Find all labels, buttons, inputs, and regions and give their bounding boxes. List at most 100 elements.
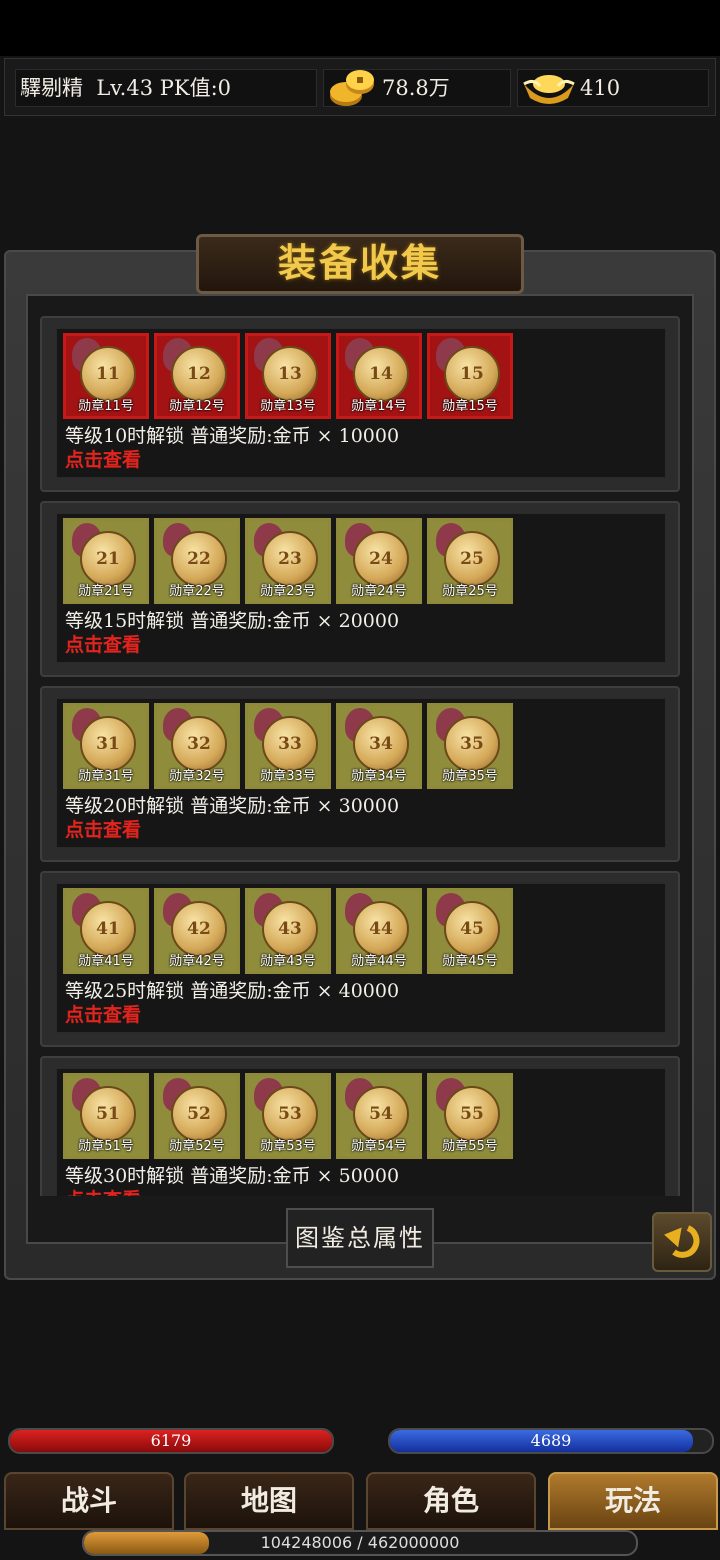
- medal-label: 勋章43号: [260, 954, 316, 969]
- mp-bar: 4689: [388, 1428, 714, 1454]
- medal-slot[interactable]: 35 勋章35号: [427, 703, 513, 789]
- medal-slot[interactable]: 43 勋章43号: [245, 888, 331, 974]
- medal-slot[interactable]: 33 勋章33号: [245, 703, 331, 789]
- medal-icon: 33: [262, 716, 318, 772]
- medal-label: 勋章24号: [351, 584, 407, 599]
- medal-label: 勋章51号: [78, 1139, 134, 1154]
- medal-icon: 44: [353, 901, 409, 957]
- medal-label: 勋章12号: [169, 399, 225, 414]
- top-black-strip: [0, 0, 720, 56]
- unlock-condition: 等级15时解锁 普通奖励:金币 × 20000: [65, 610, 400, 632]
- view-details-link[interactable]: 点击查看: [65, 445, 141, 472]
- view-details-link[interactable]: 点击查看: [65, 1185, 141, 1196]
- nav-map-button[interactable]: 地图: [184, 1472, 354, 1530]
- view-details-link[interactable]: 点击查看: [65, 815, 141, 842]
- unlock-condition: 等级10时解锁 普通奖励:金币 × 10000: [65, 425, 400, 447]
- collection-card: 51 勋章51号 52 勋章52号 53 勋章53号 54 勋章54号 55 勋章55号 …: [40, 1056, 680, 1196]
- medal-icon: 22: [171, 531, 227, 587]
- unlock-condition: 等级30时解锁 普通奖励:金币 × 50000: [65, 1165, 400, 1187]
- view-details-link[interactable]: 点击查看: [65, 1000, 141, 1027]
- medal-slot[interactable]: 14 勋章14号: [336, 333, 422, 419]
- medal-label: 勋章32号: [169, 769, 225, 784]
- medal-slot[interactable]: 53 勋章53号: [245, 1073, 331, 1159]
- medal-slot[interactable]: 12 勋章12号: [154, 333, 240, 419]
- medal-label: 勋章52号: [169, 1139, 225, 1154]
- back-button[interactable]: [652, 1212, 712, 1272]
- panel-title-plate: 装备收集: [196, 234, 524, 294]
- nav-character-button[interactable]: 角色: [366, 1472, 536, 1530]
- medal-label: 勋章21号: [78, 584, 134, 599]
- medal-slot[interactable]: 52 勋章52号: [154, 1073, 240, 1159]
- medal-slot[interactable]: 55 勋章55号: [427, 1073, 513, 1159]
- medal-label: 勋章53号: [260, 1139, 316, 1154]
- medal-label: 勋章33号: [260, 769, 316, 784]
- medal-icon: 32: [171, 716, 227, 772]
- medal-icon: 25: [444, 531, 500, 587]
- medal-icon: 24: [353, 531, 409, 587]
- medal-icon: 21: [80, 531, 136, 587]
- medal-slot[interactable]: 23 勋章23号: [245, 518, 331, 604]
- medal-slot[interactable]: 34 勋章34号: [336, 703, 422, 789]
- collection-card: 41 勋章41号 42 勋章42号 43 勋章43号 44 勋章44号 45 勋章45号 …: [40, 871, 680, 1047]
- hp-bar: 6179: [8, 1428, 334, 1454]
- medal-slot[interactable]: 13 勋章13号: [245, 333, 331, 419]
- collection-list[interactable]: 11 勋章11号 12 勋章12号 13 勋章13号 14 勋章14号 15 勋章15号 …: [40, 316, 680, 1196]
- unlock-condition: 等级25时解锁 普通奖励:金币 × 40000: [65, 980, 400, 1002]
- medal-slot[interactable]: 32 勋章32号: [154, 703, 240, 789]
- hp-value: 6179: [150, 1431, 192, 1450]
- medal-label: 勋章11号: [78, 399, 134, 414]
- unlock-condition: 等级20时解锁 普通奖励:金币 × 30000: [65, 795, 400, 817]
- medal-icon: 12: [171, 346, 227, 402]
- medal-icon: 55: [444, 1086, 500, 1142]
- medal-icon: 45: [444, 901, 500, 957]
- medal-slot[interactable]: 45 勋章45号: [427, 888, 513, 974]
- medal-label: 勋章35号: [442, 769, 498, 784]
- medal-slot[interactable]: 31 勋章31号: [63, 703, 149, 789]
- medal-label: 勋章13号: [260, 399, 316, 414]
- medal-slot[interactable]: 15 勋章15号: [427, 333, 513, 419]
- medal-label: 勋章45号: [442, 954, 498, 969]
- player-pk-value: PK值:0: [159, 76, 232, 100]
- mp-value: 4689: [530, 1431, 572, 1450]
- view-details-link[interactable]: 点击查看: [65, 630, 141, 657]
- medal-icon: 23: [262, 531, 318, 587]
- medal-icon: 51: [80, 1086, 136, 1142]
- gold-coin-icon: [330, 70, 374, 106]
- collection-card-inner: 41 勋章41号 42 勋章42号 43 勋章43号 44 勋章44号 45 勋章45号 …: [56, 883, 666, 1033]
- medal-label: 勋章25号: [442, 584, 498, 599]
- medal-label: 勋章42号: [169, 954, 225, 969]
- medal-icon: 43: [262, 901, 318, 957]
- player-status-bar: 驛剔精 Lv.43 PK值:0 78.8万 410: [4, 58, 716, 116]
- gold-display: 78.8万: [323, 69, 511, 107]
- medal-icon: 41: [80, 901, 136, 957]
- medal-icon: 42: [171, 901, 227, 957]
- medal-icon: 11: [80, 346, 136, 402]
- medal-slot[interactable]: 44 勋章44号: [336, 888, 422, 974]
- nav-battle-button[interactable]: 战斗: [4, 1472, 174, 1530]
- medal-icon: 54: [353, 1086, 409, 1142]
- gold-ingot-icon: [523, 75, 575, 104]
- collection-card: 21 勋章21号 22 勋章22号 23 勋章23号 24 勋章24号 25 勋章25号 …: [40, 501, 680, 677]
- panel-title: 装备收集: [277, 240, 442, 285]
- collection-card-inner: 51 勋章51号 52 勋章52号 53 勋章53号 54 勋章54号 55 勋章55号 …: [56, 1068, 666, 1196]
- collection-summary-button[interactable]: 图鉴总属性: [286, 1208, 434, 1268]
- collection-card-inner: 31 勋章31号 32 勋章32号 33 勋章33号 34 勋章34号 35 勋章35号 …: [56, 698, 666, 848]
- return-arrow-icon: [664, 1225, 700, 1258]
- medal-slot[interactable]: 25 勋章25号: [427, 518, 513, 604]
- player-name: 驛剔精: [20, 76, 83, 100]
- medal-slot[interactable]: 42 勋章42号: [154, 888, 240, 974]
- medal-slot[interactable]: 54 勋章54号: [336, 1073, 422, 1159]
- medal-slot[interactable]: 11 勋章11号: [63, 333, 149, 419]
- ingot-display: 410: [517, 69, 709, 107]
- nav-gameplay-button[interactable]: 玩法: [548, 1472, 718, 1530]
- medal-slot[interactable]: 24 勋章24号: [336, 518, 422, 604]
- medal-slot[interactable]: 22 勋章22号: [154, 518, 240, 604]
- medal-label: 勋章22号: [169, 584, 225, 599]
- medal-label: 勋章14号: [351, 399, 407, 414]
- medal-slot[interactable]: 41 勋章41号: [63, 888, 149, 974]
- medal-label: 勋章23号: [260, 584, 316, 599]
- player-info: 驛剔精 Lv.43 PK值:0: [15, 69, 317, 107]
- ingot-amount: 410: [580, 76, 621, 100]
- medal-slot[interactable]: 21 勋章21号: [63, 518, 149, 604]
- medal-slot[interactable]: 51 勋章51号: [63, 1073, 149, 1159]
